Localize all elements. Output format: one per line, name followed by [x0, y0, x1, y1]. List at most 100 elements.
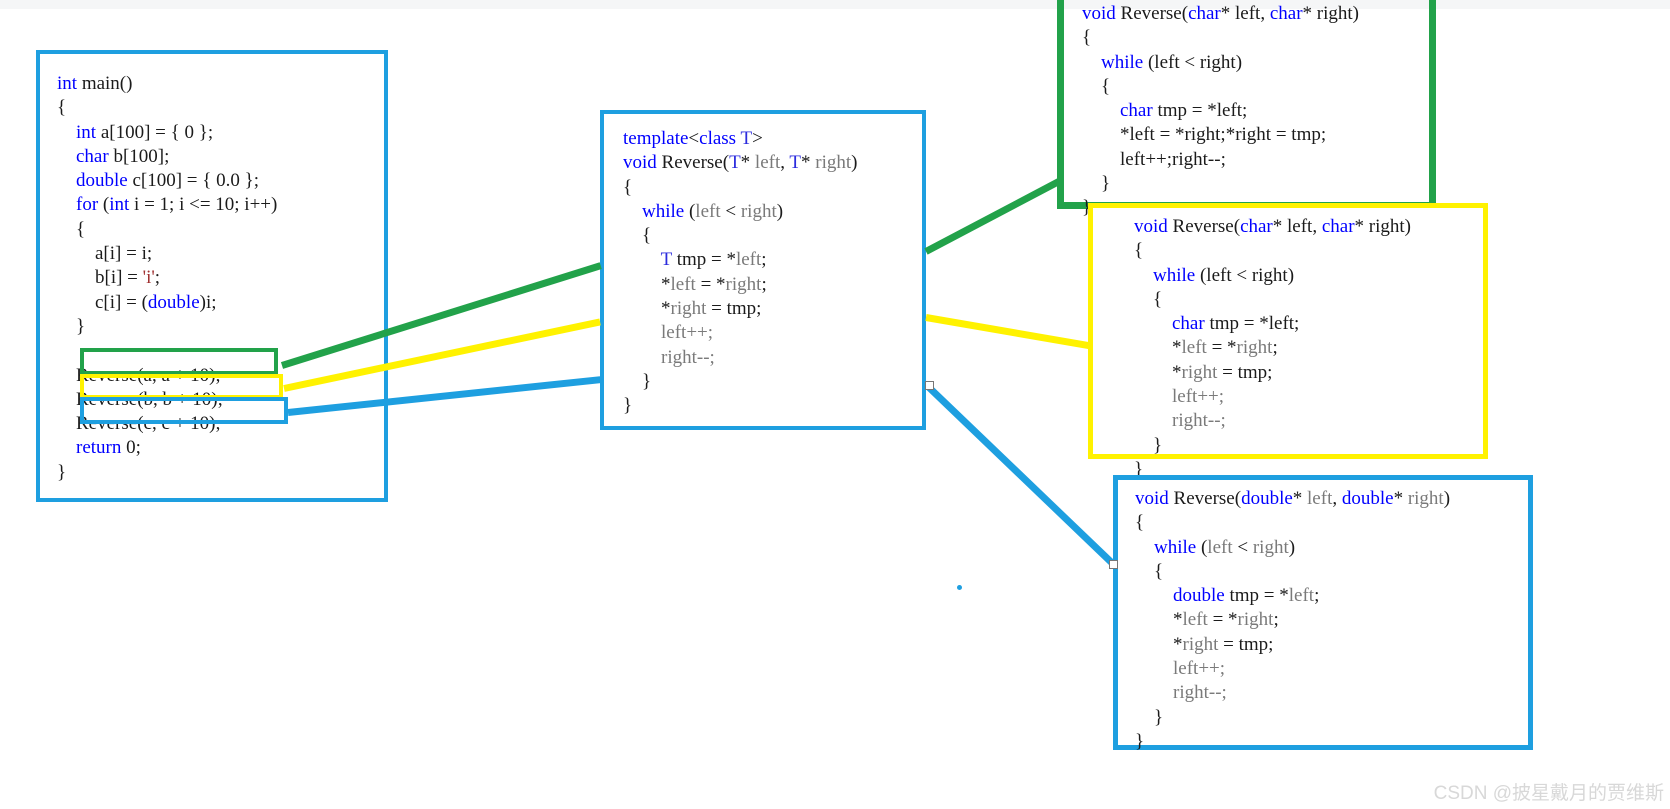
code-token: ( [98, 194, 110, 216]
code-token: double [1341, 488, 1394, 509]
code-line: *right = tmp; [1134, 361, 1411, 385]
reverse-c-highlight[interactable] [80, 397, 288, 424]
code-token: * [1292, 488, 1308, 509]
code-token: i = 1; i <= 10; i++) [129, 194, 278, 216]
code-token: template [623, 128, 689, 149]
code-token: left++; [1172, 386, 1225, 408]
code-token: T [789, 152, 802, 174]
code-token: * [1134, 361, 1182, 383]
code-line: left++; [1135, 657, 1450, 681]
code-line: { [623, 176, 858, 200]
code-line: return 0; [57, 436, 277, 460]
code-token: left++; [1173, 658, 1226, 680]
code-line: c[i] = (double)i; [57, 291, 277, 315]
code-token: * [740, 152, 755, 174]
code-token: right [815, 152, 852, 174]
code-token: * right) [1354, 216, 1412, 237]
connector-green-template-to-char [924, 177, 1063, 255]
code-line: right--; [1134, 409, 1411, 433]
code-line: char tmp = *left; [1134, 312, 1411, 336]
code-line: right--; [623, 346, 858, 370]
code-token: = tmp; [1217, 361, 1273, 383]
reverse-b-highlight[interactable] [80, 374, 283, 399]
code-token: T [660, 249, 672, 271]
code-token: ; [154, 267, 161, 289]
code-token: left [1288, 585, 1315, 607]
code-token: } [1135, 730, 1145, 752]
code-token: for [76, 194, 99, 216]
code-token: } [57, 461, 67, 483]
double-blue-block: void Reverse(double* left, double* right… [1113, 475, 1533, 752]
code-token: double [1241, 488, 1293, 509]
code-token: ( [1196, 536, 1208, 558]
code-line: double tmp = *left; [1135, 584, 1450, 608]
code-token: { [1135, 560, 1164, 582]
code-line: int a[100] = { 0 }; [57, 121, 277, 145]
code-token: void [623, 152, 657, 174]
code-line: double c[100] = { 0.0 }; [57, 169, 277, 193]
code-token: ) [776, 200, 784, 222]
code-line: { [1134, 239, 1411, 263]
code-token: } [1135, 706, 1164, 728]
code-token: int [57, 73, 78, 94]
code-token: ; [1272, 337, 1278, 359]
code-token: void [1134, 216, 1168, 237]
code-line: { [1135, 511, 1450, 535]
code-line: left++; [623, 321, 858, 345]
code-token: double [1173, 585, 1225, 607]
code-token: while [1101, 51, 1144, 73]
code-token: left [754, 152, 781, 174]
code-token: < [688, 128, 700, 149]
code-token: while [1154, 536, 1197, 558]
code-token: * [623, 273, 671, 295]
connector-end-handle[interactable] [1109, 560, 1118, 569]
code-token: } [1134, 434, 1163, 456]
code-token: ) [1443, 488, 1451, 509]
code-token: } [623, 370, 652, 392]
code-line: } [1135, 706, 1450, 730]
code-token: { [1082, 27, 1092, 49]
code-token: right [1236, 337, 1273, 359]
reverse-a-highlight[interactable] [80, 348, 278, 375]
code-token: char [1321, 216, 1355, 237]
code-token: * right) [1302, 3, 1360, 24]
char-yellow-code-text: void Reverse(char* left, char* right){ w… [1134, 215, 1411, 482]
code-token: T [729, 152, 741, 174]
code-line: { [1135, 560, 1450, 584]
connector-start-handle[interactable] [925, 381, 934, 390]
code-token: left [1181, 337, 1207, 359]
code-token: < [720, 200, 741, 222]
code-token: right--; [661, 346, 715, 368]
top-strip [0, 0, 1670, 9]
code-token: left [670, 273, 696, 295]
code-token: { [1082, 75, 1111, 97]
code-token: { [57, 218, 86, 240]
code-line: T tmp = *left; [623, 248, 858, 272]
code-token: * [1134, 337, 1182, 359]
code-token: } [57, 315, 86, 337]
code-token: T [740, 128, 753, 149]
code-line: right--; [1135, 681, 1450, 705]
code-line: *right = tmp; [623, 297, 858, 321]
code-token: left [695, 200, 721, 222]
code-line: b[i] = 'i'; [57, 266, 277, 290]
code-token: ( [684, 200, 696, 222]
code-token: < [1232, 536, 1253, 558]
code-token: b[i] = [57, 267, 143, 289]
code-token: right [1252, 536, 1289, 558]
code-token: b[100]; [108, 145, 170, 167]
code-token: right [1407, 488, 1444, 509]
code-token: * left, [1272, 216, 1322, 237]
code-line: while (left < right) [623, 200, 858, 224]
code-token: void [1082, 3, 1116, 24]
code-line: } [623, 394, 858, 418]
code-token: ; [761, 249, 767, 271]
csdn-watermark: CSDN @披星戴月的贾维斯 [1433, 783, 1664, 804]
code-token: char [76, 145, 109, 167]
template-code-block: template<class T> void Reverse(T* left, T… [600, 110, 926, 430]
